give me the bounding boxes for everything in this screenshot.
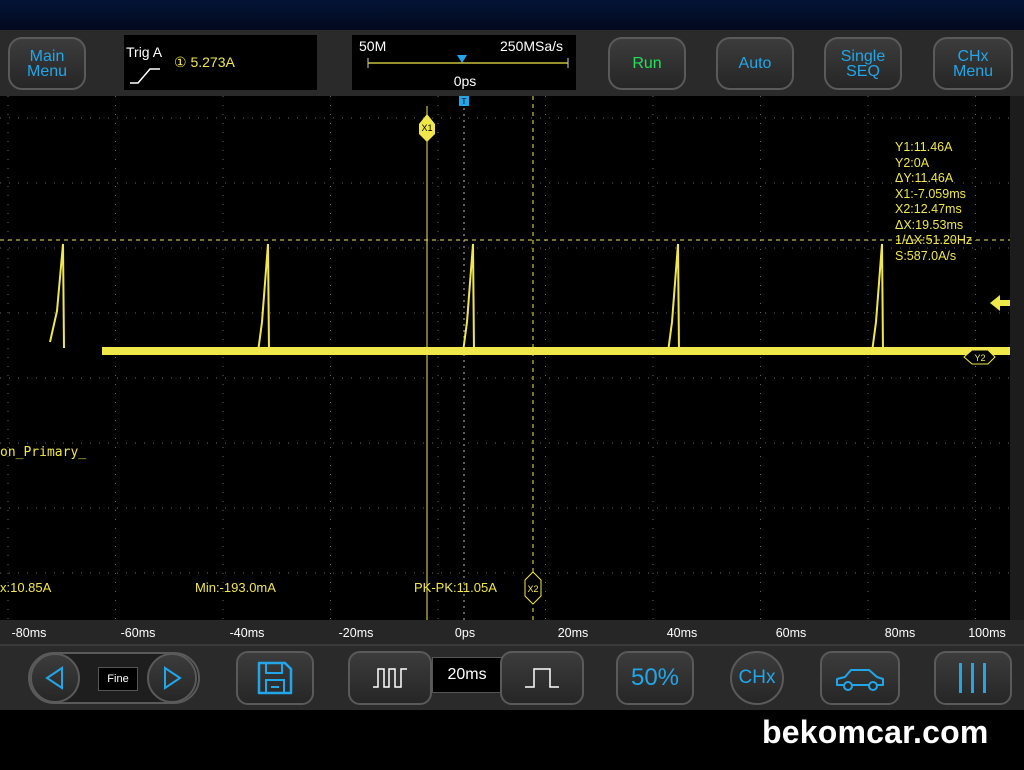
time-tick-label: -80ms xyxy=(11,626,47,640)
timebase-increase-button[interactable] xyxy=(500,651,584,705)
trigger-position-marker-icon: T xyxy=(459,96,469,106)
save-button[interactable] xyxy=(236,651,314,705)
cursor-readout-line: Y1:11.46A xyxy=(895,140,953,154)
cursor-readout-line: Y2:0A xyxy=(895,155,930,170)
auto-button[interactable]: Auto xyxy=(716,37,794,90)
rising-edge-icon xyxy=(130,68,160,84)
right-edge-panel xyxy=(1010,96,1024,620)
single-seq-button[interactable]: Single SEQ xyxy=(824,37,902,90)
chx-select-button[interactable]: CHx xyxy=(730,651,784,705)
fifty-percent-button[interactable]: 50% xyxy=(616,651,694,705)
channel-waveform-spike xyxy=(49,243,65,349)
horizontal-position: 0ps xyxy=(453,73,477,89)
y2-marker-label: Y2 xyxy=(974,353,985,363)
triangle-left-icon xyxy=(45,666,63,690)
fine-label[interactable]: Fine xyxy=(98,667,138,691)
main-menu-button[interactable]: Main Menu xyxy=(8,37,86,90)
channel-bars-button[interactable] xyxy=(934,651,1012,705)
cursor-readout-line: S:587.0A/s xyxy=(895,248,957,263)
time-tick-label: -20ms xyxy=(338,626,374,640)
x2-marker-label: X2 xyxy=(527,584,538,594)
trigger-title: Trig A xyxy=(126,44,163,60)
channel-label: on_Primary_ xyxy=(0,445,87,460)
channel-waveform xyxy=(102,243,1010,353)
cursor-readout-line: ΔX:19.53ms xyxy=(895,217,964,232)
measurement-min: Min:-193.0mA xyxy=(195,580,276,595)
previous-button[interactable] xyxy=(30,653,80,703)
memory-depth: 50M xyxy=(359,38,387,54)
time-tick-label: 60ms xyxy=(775,626,807,640)
status-bar xyxy=(0,0,1024,30)
cursor-readout-line: 1/ΔX:51.20Hz xyxy=(895,233,973,247)
trigger-level-arrow-icon xyxy=(990,295,1010,311)
grid xyxy=(0,96,1010,620)
position-marker-icon xyxy=(457,55,467,63)
time-per-division: 20ms xyxy=(432,657,502,693)
timebase-position-slider[interactable] xyxy=(364,54,572,70)
next-button[interactable] xyxy=(147,653,197,703)
three-bars-icon xyxy=(959,663,986,693)
run-button[interactable]: Run xyxy=(608,37,686,90)
watermark: bekomcar.com xyxy=(762,714,989,750)
time-tick-label: 0ps xyxy=(454,626,476,640)
cursor-readout-line: X1:-7.059ms xyxy=(895,186,966,201)
sample-rate: 250MSa/s xyxy=(500,38,564,54)
vehicle-button[interactable] xyxy=(820,651,900,705)
timebase-decrease-button[interactable] xyxy=(348,651,432,705)
trigger-level: ① 5.273A xyxy=(174,54,235,70)
x1-marker-label: X1 xyxy=(421,123,432,133)
time-tick-label: 100ms xyxy=(968,626,1006,640)
waveform-display[interactable]: X1 T X2 Y2 Y1:11.46A Y2:0A ΔY:11.46A X1:-7.… xyxy=(0,96,1010,620)
time-tick-label: -40ms xyxy=(229,626,265,640)
floppy-save-icon xyxy=(257,661,293,695)
time-tick-label: 20ms xyxy=(557,626,589,640)
waveform-canvas: X1 T X2 Y2 xyxy=(0,96,1010,620)
x2-marker-icon: X2 xyxy=(524,571,542,605)
measurement-pkpk: PK-PK:11.05A xyxy=(414,580,497,595)
narrow-pulse-icon xyxy=(373,668,407,688)
time-tick-label: 40ms xyxy=(666,626,698,640)
triangle-right-icon xyxy=(164,666,182,690)
wide-pulse-icon xyxy=(525,668,559,688)
trigger-marker-label: T xyxy=(462,97,467,106)
chx-menu-button[interactable]: CHx Menu xyxy=(933,37,1013,90)
car-icon xyxy=(836,669,884,691)
measurement-max: x:10.85A xyxy=(0,580,52,595)
time-tick-label: 80ms xyxy=(884,626,916,640)
cursor-readout-line: X2:12.47ms xyxy=(895,202,962,216)
cursor-readout-line: ΔY:11.46A xyxy=(895,171,954,185)
time-tick-label: -60ms xyxy=(120,626,156,640)
